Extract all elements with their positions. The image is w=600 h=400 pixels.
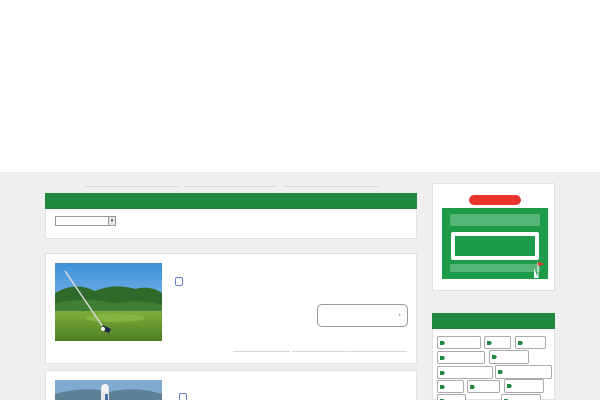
- tag-icon: [440, 341, 445, 345]
- tag-link[interactable]: [484, 336, 511, 349]
- post-thumbnail-golf-course[interactable]: [55, 263, 162, 341]
- post-card[interactable]: [45, 370, 417, 400]
- tag-icon: [518, 341, 523, 345]
- site-tagline: [424, 6, 589, 18]
- post-title[interactable]: [171, 380, 411, 390]
- tag-link[interactable]: [489, 350, 529, 364]
- post-meta: [171, 393, 190, 400]
- tag-icon: [492, 355, 497, 359]
- nav-item-4[interactable]: [104, 28, 118, 44]
- caret-down-icon: ▾: [108, 217, 115, 225]
- tag-link[interactable]: [437, 380, 464, 393]
- site-header: [0, 0, 600, 172]
- tag-icon: [487, 341, 492, 345]
- top-tab-2[interactable]: [184, 181, 277, 187]
- category-badge[interactable]: [175, 277, 183, 286]
- site-title[interactable]: [45, 6, 155, 26]
- nav-item-1[interactable]: [44, 28, 58, 44]
- tag-link[interactable]: [467, 380, 500, 393]
- global-nav: [44, 28, 118, 44]
- top-tab-3[interactable]: [283, 181, 378, 187]
- tag-link[interactable]: [504, 379, 544, 393]
- nav-item-3[interactable]: [84, 28, 98, 44]
- golfer-photo: [55, 380, 162, 400]
- ad-banner[interactable]: [442, 192, 548, 279]
- post-excerpt: [171, 289, 411, 297]
- sort-select[interactable]: ▾: [55, 216, 116, 226]
- tag-icon: [440, 371, 445, 375]
- golf-course-photo: [55, 263, 162, 341]
- tag-link[interactable]: [437, 351, 485, 364]
- post-thumbnail-golfer[interactable]: [55, 380, 162, 400]
- tags-heading: [432, 313, 555, 329]
- tag-icon: [440, 385, 445, 389]
- tag-link[interactable]: [501, 394, 541, 400]
- post-title[interactable]: [171, 263, 411, 273]
- share-button[interactable]: [233, 349, 290, 352]
- top-tab-1[interactable]: [85, 181, 178, 187]
- tag-link[interactable]: [437, 394, 466, 400]
- category-badge[interactable]: [179, 393, 187, 400]
- category-heading: [45, 193, 417, 209]
- nav-item-2[interactable]: [64, 28, 78, 44]
- golf-booking-ad-image: [442, 192, 548, 279]
- post-card[interactable]: ›: [45, 253, 417, 364]
- share-button[interactable]: [292, 349, 349, 352]
- post-meta: [171, 277, 186, 286]
- tag-icon: [440, 356, 445, 360]
- tag-link[interactable]: [437, 336, 481, 349]
- tag-link[interactable]: [495, 365, 552, 379]
- share-button[interactable]: [350, 349, 407, 352]
- tag-link[interactable]: [515, 336, 546, 349]
- tag-link[interactable]: [437, 366, 493, 379]
- tag-icon: [498, 370, 503, 374]
- read-more-button[interactable]: ›: [317, 304, 408, 327]
- chevron-right-icon: ›: [398, 311, 401, 319]
- tag-icon: [507, 384, 512, 388]
- top-ad-space: [0, 48, 600, 170]
- tag-icon: [470, 385, 475, 389]
